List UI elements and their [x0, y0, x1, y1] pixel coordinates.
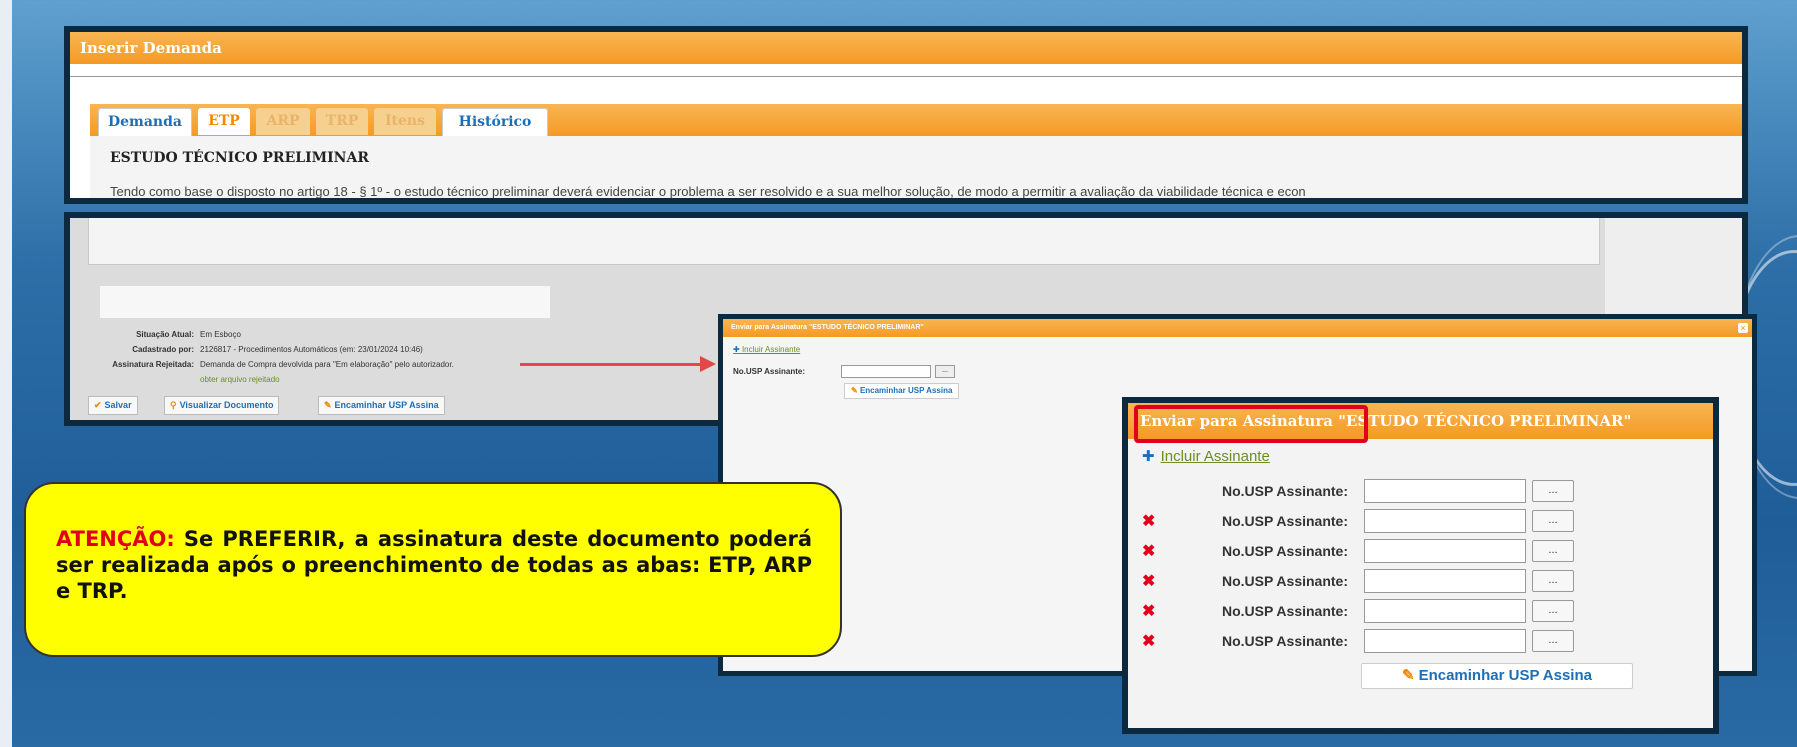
arrow-head-icon: [700, 356, 716, 372]
rejected-signature-row: Assinatura Rejeitada: Demanda de Compra d…: [70, 360, 454, 369]
send-signature-dialog-zoom: Enviar para Assinatura "ESTUDO TÉCNICO P…: [1122, 397, 1719, 734]
forward-usp-assina-button[interactable]: ✎ Encaminhar USP Assina: [318, 396, 445, 415]
arrow-line: [520, 363, 700, 366]
lookup-button[interactable]: ...: [1532, 510, 1574, 532]
remove-icon[interactable]: ✖: [1142, 571, 1155, 591]
close-icon[interactable]: ×: [1738, 323, 1748, 333]
section-heading: ESTUDO TÉCNICO PRELIMINAR: [110, 150, 369, 166]
view-document-label: Visualizar Documento: [179, 400, 274, 410]
signer-label: No.USP Assinante:: [1221, 603, 1348, 619]
registered-by-label: Cadastrado por:: [132, 345, 194, 354]
text-area[interactable]: [88, 218, 1600, 265]
dialog-title: Enviar para Assinatura "ESTUDO TÉCNICO P…: [723, 319, 1752, 337]
signer-label: No.USP Assinante:: [1221, 543, 1348, 559]
signer-label: No.USP Assinante:: [1221, 633, 1348, 649]
signer-input[interactable]: [841, 365, 931, 378]
status-label: Situação Atual:: [136, 330, 194, 339]
status-row: Situação Atual: Em Esboço: [70, 330, 241, 339]
include-signer-link[interactable]: ✚ Incluir Assinante: [733, 345, 800, 354]
registered-by-row: Cadastrado por: 2126817 - Procedimentos A…: [70, 345, 423, 354]
signer-label: No.USP Assinante:: [1221, 573, 1348, 589]
status-value: Em Esboço: [200, 330, 241, 339]
lookup-button[interactable]: ...: [935, 365, 955, 378]
section-description: Tendo como base o disposto no artigo 18 …: [110, 184, 1306, 199]
text-box: [100, 286, 550, 318]
tab-arp: ARP: [256, 108, 310, 135]
pencil-icon: ✎: [1402, 667, 1415, 684]
signer-input[interactable]: [1364, 479, 1526, 503]
remove-icon[interactable]: ✖: [1142, 541, 1155, 561]
include-signer-label: Incluir Assinante: [741, 345, 801, 354]
remove-icon[interactable]: ✖: [1142, 511, 1155, 531]
forward-usp-assina-label: Encaminhar USP Assina: [1418, 667, 1592, 684]
remove-icon[interactable]: ✖: [1142, 631, 1155, 651]
lookup-button[interactable]: ...: [1532, 540, 1574, 562]
panel-title: Inserir Demanda: [70, 32, 1742, 64]
lookup-button[interactable]: ...: [1532, 630, 1574, 652]
tab-bar: Demanda ETP ARP TRP Itens Histórico: [90, 104, 1742, 136]
signer-label: No.USP Assinante:: [733, 367, 806, 376]
highlight-box: [1134, 405, 1368, 443]
tab-itens: Itens: [374, 108, 436, 135]
pencil-icon: ✎: [324, 400, 332, 410]
pencil-icon: ✎: [851, 386, 860, 395]
forward-usp-assina-label: Encaminhar USP Assina: [859, 386, 953, 395]
tab-historico[interactable]: Histórico: [442, 108, 548, 136]
check-icon: ✔: [94, 400, 102, 410]
attention-callout: ATENÇÃO: Se PREFERIR, a assinatura deste…: [24, 482, 842, 657]
include-signer-label: Incluir Assinante: [1160, 448, 1270, 465]
signer-label: No.USP Assinante:: [1221, 513, 1348, 529]
rejected-file-link[interactable]: obter arquivo rejeitado: [200, 375, 280, 384]
forward-usp-assina-label: Encaminhar USP Assina: [334, 400, 439, 410]
remove-icon[interactable]: ✖: [1142, 601, 1155, 621]
plus-icon: ✚: [733, 345, 742, 354]
tab-demanda[interactable]: Demanda: [98, 108, 192, 136]
signer-input[interactable]: [1364, 569, 1526, 593]
attention-label: ATENÇÃO:: [56, 527, 175, 551]
rejected-signature-label: Assinatura Rejeitada:: [112, 360, 194, 369]
plus-icon: ✚: [1142, 448, 1155, 465]
lookup-button[interactable]: ...: [1532, 570, 1574, 592]
signer-input[interactable]: [1364, 599, 1526, 623]
signer-input[interactable]: [1364, 629, 1526, 653]
save-button-label: Salvar: [104, 400, 132, 410]
lookup-button[interactable]: ...: [1532, 600, 1574, 622]
search-icon: ⚲: [170, 400, 177, 410]
tab-trp: TRP: [316, 108, 368, 135]
divider: [70, 76, 1742, 77]
signer-input[interactable]: [1364, 509, 1526, 533]
forward-usp-assina-button[interactable]: ✎ Encaminhar USP Assina: [844, 383, 960, 399]
tab-etp[interactable]: ETP: [198, 108, 250, 135]
inserir-demanda-panel: Inserir Demanda Demanda ETP ARP TRP Iten…: [64, 26, 1748, 204]
signer-input[interactable]: [1364, 539, 1526, 563]
forward-usp-assina-button[interactable]: ✎ Encaminhar USP Assina: [1361, 663, 1633, 689]
view-document-button[interactable]: ⚲ Visualizar Documento: [164, 396, 280, 415]
save-button[interactable]: ✔ Salvar: [88, 396, 138, 415]
lookup-button[interactable]: ...: [1532, 480, 1574, 502]
left-edge-strip: [0, 0, 12, 747]
tab-container: Demanda ETP ARP TRP Itens Histórico ESTU…: [90, 104, 1742, 198]
registered-by-value: 2126817 - Procedimentos Automáticos (em:…: [200, 345, 423, 354]
signer-label: No.USP Assinante:: [1221, 483, 1348, 499]
rejected-signature-value: Demanda de Compra devolvida para "Em ela…: [200, 360, 454, 369]
include-signer-link[interactable]: ✚ Incluir Assinante: [1142, 447, 1270, 465]
